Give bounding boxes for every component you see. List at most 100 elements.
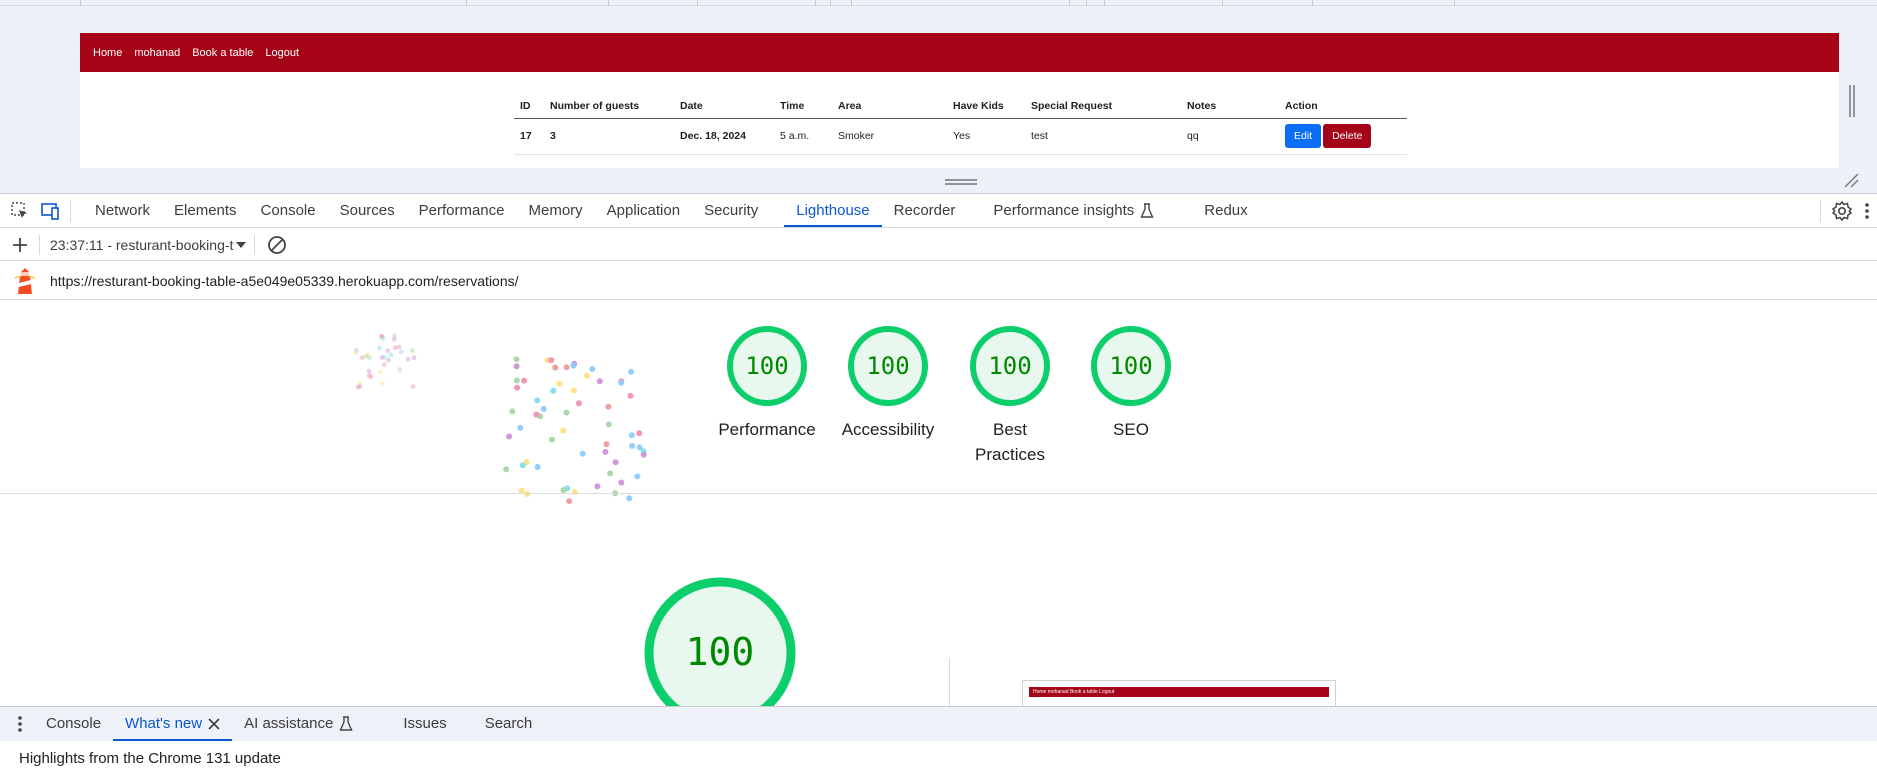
drawer-tab-label: Console <box>46 715 102 732</box>
cell-guests: 3 <box>544 118 674 155</box>
nav-book-link[interactable]: Book a table <box>192 47 253 59</box>
confetti-dot <box>552 364 559 371</box>
nav-user-link[interactable]: mohanad <box>134 47 180 59</box>
confetti-dot <box>353 350 358 355</box>
cell-notes: qq <box>1181 118 1279 155</box>
gauge-label: Performance <box>718 420 816 439</box>
confetti-dot <box>575 400 582 407</box>
score-value: 100 <box>1109 352 1152 380</box>
confetti-dot <box>605 421 612 428</box>
confetti-dot <box>534 464 541 470</box>
confetti-dot <box>540 405 547 412</box>
confetti-dot <box>506 433 513 440</box>
confetti-dot <box>382 362 387 367</box>
tab-network[interactable]: Network <box>83 194 162 227</box>
side-resize-handle[interactable] <box>1849 85 1855 117</box>
gauge-label: SEO <box>1113 420 1149 439</box>
col-header: Notes <box>1181 96 1279 119</box>
plus-icon[interactable] <box>11 236 29 254</box>
nav-home-link[interactable]: Home <box>93 47 122 59</box>
tab-performance-insights[interactable]: Performance insights <box>981 194 1166 227</box>
col-header: Number of guests <box>544 96 674 119</box>
more-vert-icon[interactable] <box>1863 200 1871 222</box>
inspect-element-icon[interactable] <box>8 199 32 223</box>
drawer-tab-search[interactable]: Search <box>473 707 545 741</box>
gear-icon[interactable] <box>1831 200 1853 222</box>
drawer-tab-ai-assistance[interactable]: AI assistance <box>232 707 365 741</box>
score-gauge-performance[interactable]: 100 Performance <box>697 325 837 442</box>
tab-performance-insights-label: Performance insights <box>993 202 1135 219</box>
confetti-dot <box>399 349 404 355</box>
main-score-gauge: 100 <box>644 577 796 706</box>
confetti-dot <box>380 336 386 341</box>
drag-handle[interactable] <box>945 179 977 185</box>
delete-button[interactable]: Delete <box>1323 124 1372 148</box>
gauge-ring-icon: 100 <box>848 326 928 406</box>
confetti-dot <box>514 384 521 391</box>
drawer-tab-console[interactable]: Console <box>34 707 113 741</box>
cell-time: 5 a.m. <box>774 118 832 155</box>
devtools-tab-bar: Network Elements Console Sources Perform… <box>0 193 1877 228</box>
tab-memory[interactable]: Memory <box>517 194 595 227</box>
tab-application[interactable]: Application <box>595 194 692 227</box>
col-header: Action <box>1279 96 1407 119</box>
page-screenshot-thumbnail[interactable]: Home mohanad Book a table Logout <box>1022 680 1336 706</box>
confetti-dot <box>521 377 528 384</box>
drawer-tab-whats-new[interactable]: What's new <box>113 707 233 741</box>
gauge-ring-icon: 100 <box>970 326 1050 406</box>
audited-url[interactable]: https://resturant-booking-table-a5e049e0… <box>50 273 519 289</box>
drawer-menu-icon[interactable] <box>16 714 24 734</box>
confetti-dot <box>409 348 415 353</box>
experiment-flask-icon <box>1140 202 1154 218</box>
col-header: Special Request <box>1025 96 1181 119</box>
tab-recorder[interactable]: Recorder <box>882 194 968 227</box>
score-value: 100 <box>988 352 1031 380</box>
nav-logout-link[interactable]: Logout <box>265 47 299 59</box>
edit-button[interactable]: Edit <box>1285 124 1322 148</box>
column-divider <box>949 658 950 706</box>
confetti-dot <box>533 411 540 418</box>
confetti-dot <box>548 357 555 364</box>
confetti-dot <box>385 348 391 354</box>
report-select[interactable]: 23:37:11 - resturant-booking-t <box>50 237 247 253</box>
col-header: ID <box>514 96 544 119</box>
confetti-dot <box>570 387 577 394</box>
tab-lighthouse[interactable]: Lighthouse <box>784 194 883 227</box>
tab-security[interactable]: Security <box>692 194 770 227</box>
score-value: 100 <box>866 352 909 380</box>
confetti-dot <box>636 444 643 451</box>
device-toolbar-icon[interactable] <box>38 199 62 223</box>
clear-icon[interactable] <box>267 235 287 255</box>
confetti-dot <box>618 479 625 486</box>
col-header: Have Kids <box>947 96 1025 119</box>
score-gauge-best-practices[interactable]: 100 Best Practices <box>940 325 1080 467</box>
confetti-dot <box>563 364 570 371</box>
resize-corner-icon[interactable] <box>1843 172 1859 188</box>
confetti-dot <box>579 450 586 457</box>
tab-sources[interactable]: Sources <box>328 194 407 227</box>
score-value: 100 <box>745 352 788 380</box>
tab-elements[interactable]: Elements <box>162 194 249 227</box>
confetti-dot <box>396 344 402 350</box>
tab-console[interactable]: Console <box>249 194 328 227</box>
confetti-dot <box>626 495 633 502</box>
tab-redux[interactable]: Redux <box>1192 194 1259 227</box>
confetti-dot <box>627 392 634 399</box>
cell-kids: Yes <box>947 118 1025 155</box>
confetti-dot <box>556 380 563 387</box>
lighthouse-url-bar: https://resturant-booking-table-a5e049e0… <box>0 262 1877 300</box>
tab-performance[interactable]: Performance <box>407 194 517 227</box>
site-page: Home mohanad Book a table Logout ID Numb… <box>80 33 1839 168</box>
confetti-dot <box>605 403 612 410</box>
gauge-label: Accessibility <box>841 420 935 439</box>
confetti-dot <box>550 387 557 394</box>
confetti-dot <box>640 451 647 458</box>
close-icon[interactable] <box>208 718 220 730</box>
score-gauge-accessibility[interactable]: 100 Accessibility <box>818 325 958 442</box>
confetti-dot <box>612 459 619 466</box>
ruler <box>0 0 1877 6</box>
dropdown-arrow-icon <box>236 241 247 248</box>
confetti-dot <box>602 448 609 455</box>
score-gauge-seo[interactable]: 100 SEO <box>1061 325 1201 442</box>
drawer-tab-issues[interactable]: Issues <box>391 707 458 741</box>
